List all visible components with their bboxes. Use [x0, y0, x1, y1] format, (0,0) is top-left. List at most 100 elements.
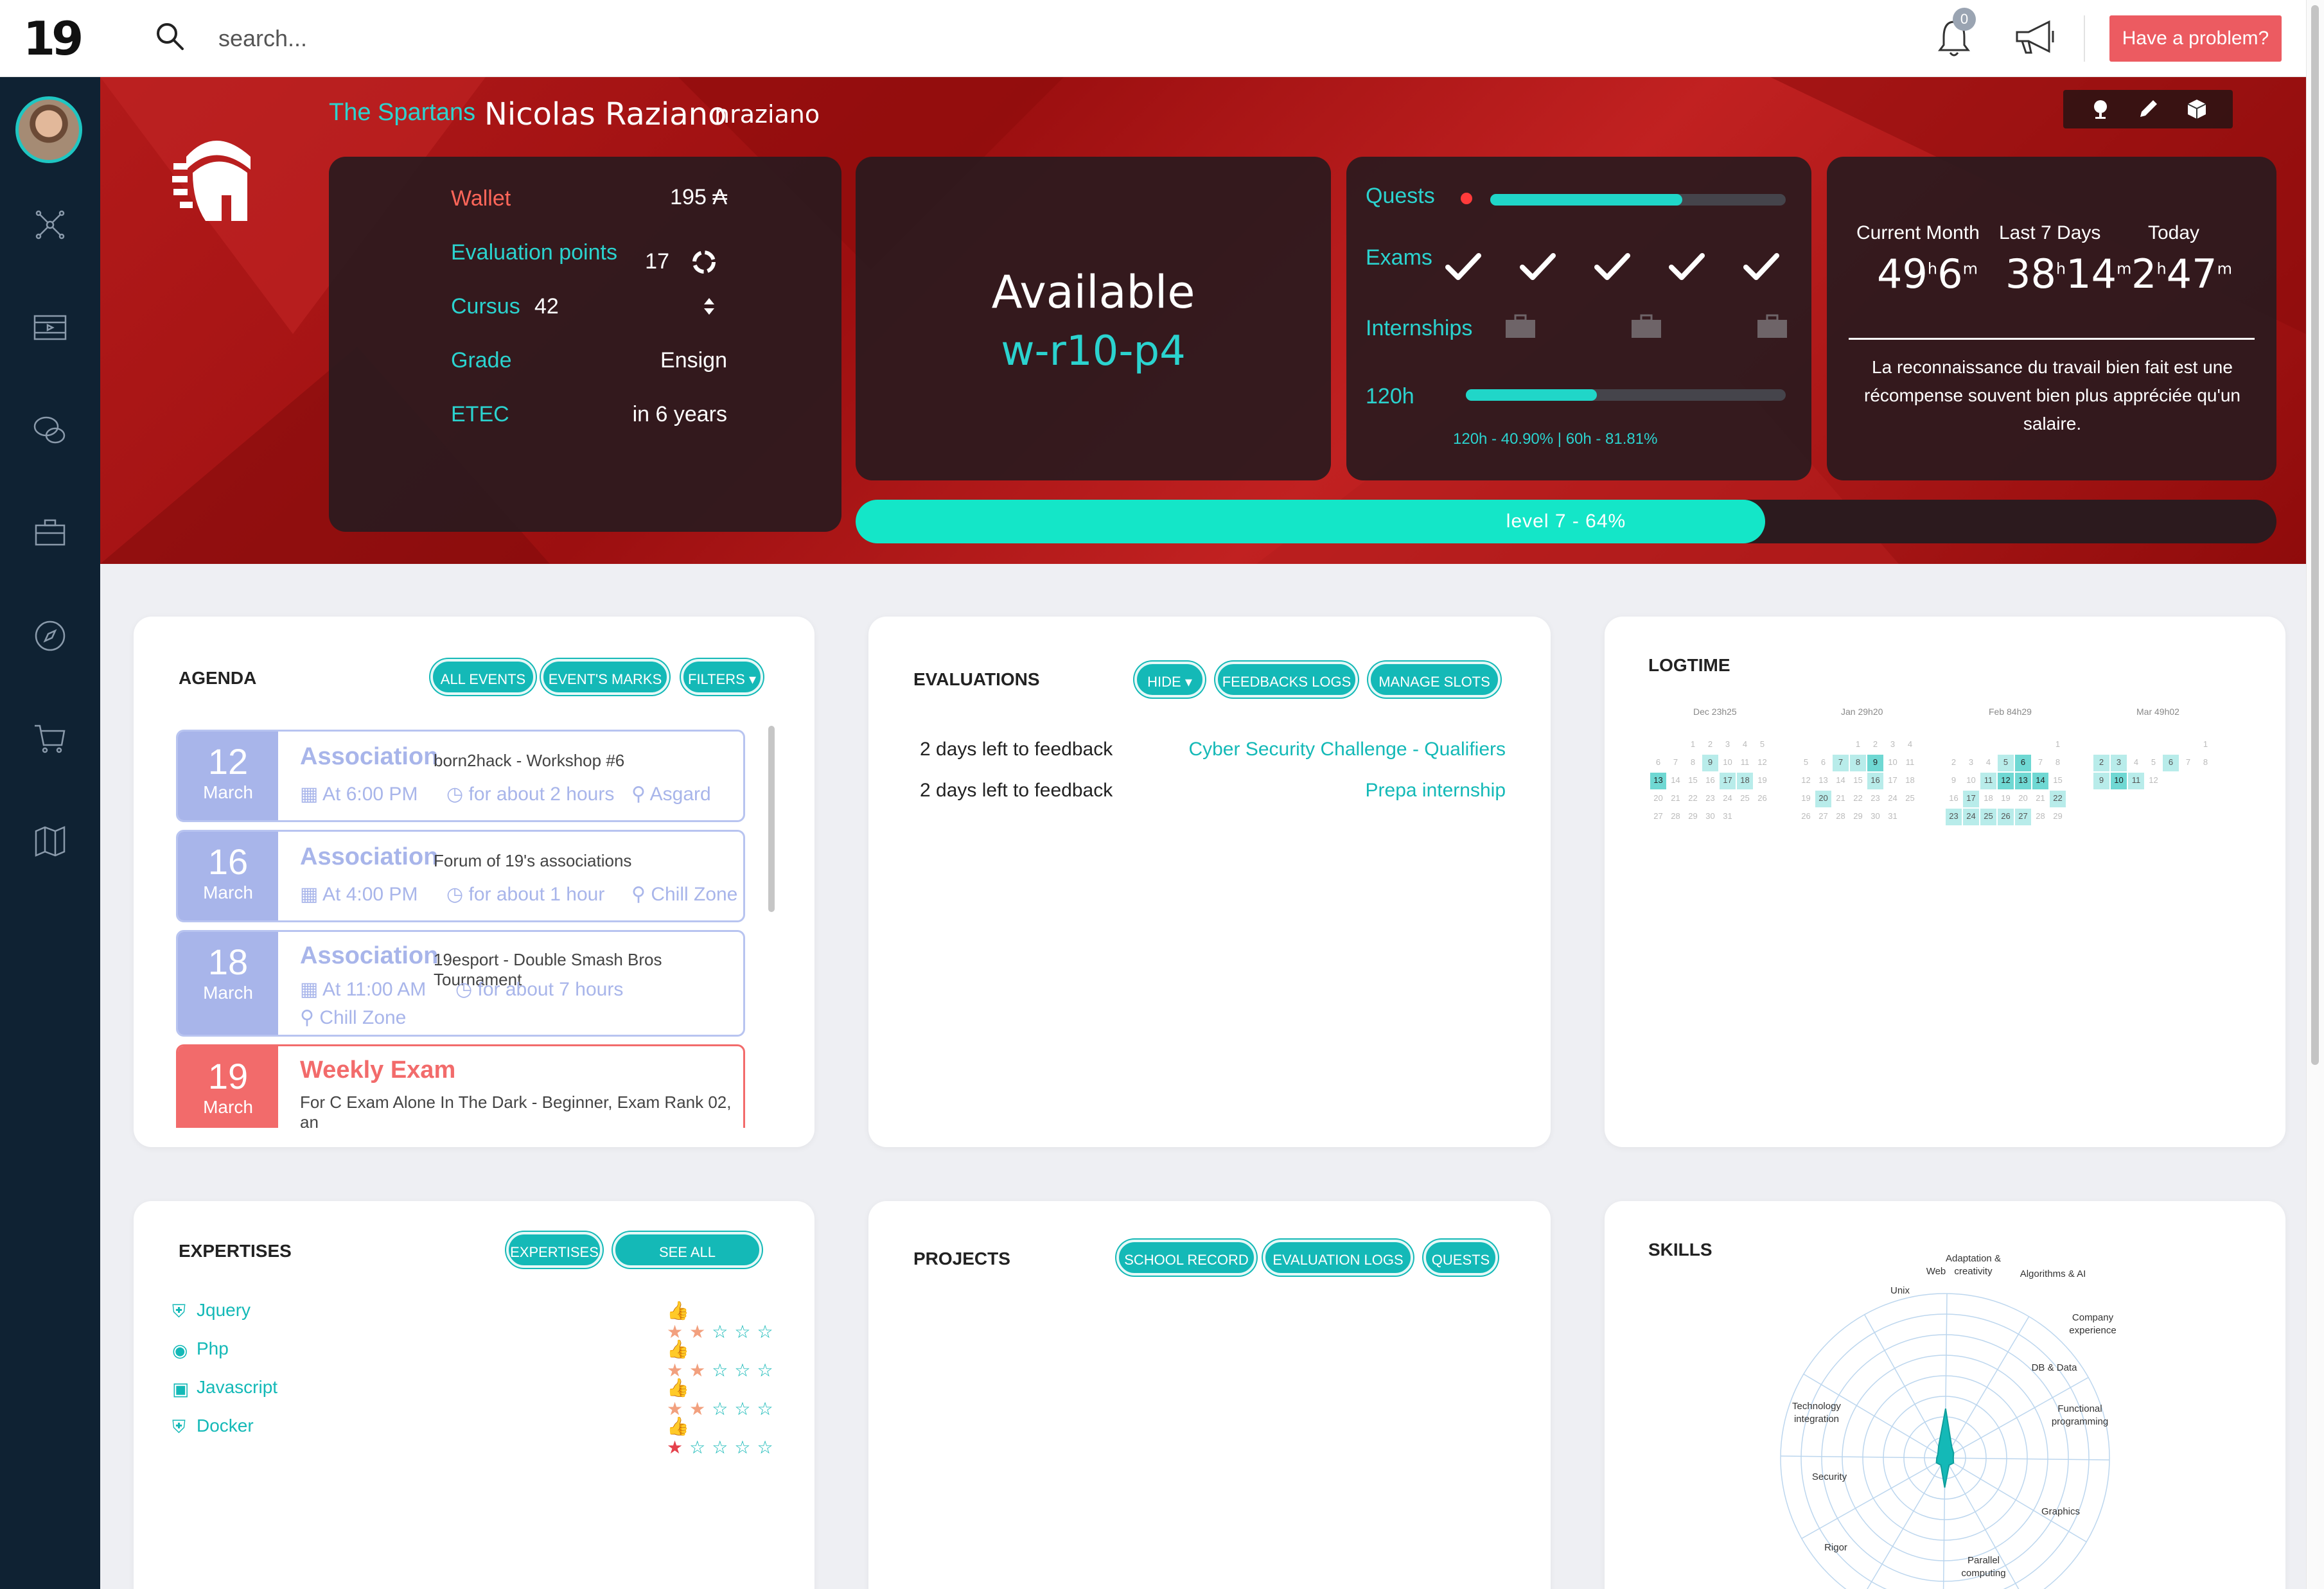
cart-icon[interactable]	[31, 719, 69, 758]
chat-icon[interactable]	[31, 411, 69, 450]
user-avatar[interactable]	[15, 96, 82, 163]
see-all-expertises-button[interactable]: SEE ALL EXPERTISES	[613, 1232, 762, 1296]
event-title: born2hack - Workshop #6	[434, 751, 625, 770]
briefcase-icon[interactable]	[31, 514, 69, 552]
expertise-row[interactable]: ▣ Javascript 👍★★☆☆☆	[172, 1374, 776, 1419]
star-icon: ☆	[734, 1437, 757, 1458]
have-a-problem-button[interactable]: Have a problem?	[2109, 15, 2282, 62]
logtime-day: 24	[1723, 793, 1732, 803]
thumbs-up-icon: 👍	[667, 1377, 696, 1398]
exam-check-icon	[1669, 253, 1705, 280]
logtime-day: 13	[1650, 773, 1666, 789]
school-logo[interactable]: 19	[23, 14, 84, 63]
logtime-day: 2	[1951, 757, 1957, 767]
logtime-day: 27	[1818, 811, 1828, 821]
logtime-day: 19	[1801, 793, 1811, 803]
exam-check-icon	[1520, 253, 1556, 280]
etec-label: ETEC	[451, 402, 509, 426]
logtime-day: 28	[1671, 811, 1680, 821]
logtime-day: 12	[1801, 775, 1811, 785]
megaphone-icon[interactable]	[2013, 19, 2058, 55]
projects-card: PROJECTS SCHOOL RECORD EVALUATION LOGS Q…	[868, 1201, 1551, 1589]
agenda-event-list[interactable]: 12 March Association born2hack - Workshop…	[176, 730, 754, 1128]
expertise-row[interactable]: ⛨ Jquery 👍★★☆☆☆	[172, 1297, 776, 1342]
exam-check-icon	[1594, 253, 1630, 280]
search-input[interactable]	[218, 19, 668, 58]
logtime-divider	[1849, 338, 2255, 340]
exam-check-icon	[1445, 253, 1481, 280]
expertise-name[interactable]: Javascript	[197, 1377, 277, 1398]
skill-label: Unix	[1890, 1285, 1910, 1296]
cursus-select-arrows-icon[interactable]	[701, 294, 717, 319]
school-record-button[interactable]: SCHOOL RECORD	[1116, 1240, 1256, 1276]
agenda-event[interactable]: 16 March Association Forum of 19's associ…	[176, 830, 745, 922]
logtime-day: 11	[1905, 757, 1915, 767]
compass-icon[interactable]	[31, 617, 69, 655]
event-location: ⚲ Chill Zone	[300, 1007, 407, 1028]
logtime-day: 18	[1905, 775, 1915, 785]
level-progress-bar: level 7 - 64%	[856, 500, 2276, 543]
cube-icon[interactable]	[2185, 98, 2208, 121]
notification-count-badge: 0	[1953, 8, 1976, 31]
evaluation-project-link[interactable]: Cyber Security Challenge - Qualifiers	[1151, 739, 1506, 760]
logtime-day: 10	[1966, 775, 1976, 785]
logtime-day	[1980, 737, 1996, 753]
logtime-day	[1833, 737, 1849, 753]
evaluations-card: EVALUATIONS HIDE ▾ FEEDBACKS LOGS MANAGE…	[868, 617, 1551, 1147]
logtime-month-grid: 1 2 3 4 5 6 7 8 9 10 11 12	[2093, 736, 2214, 790]
pencil-icon[interactable]	[2136, 98, 2160, 121]
hide-dropdown-button[interactable]: HIDE ▾	[1134, 662, 1205, 698]
event-location: ⚲ Asgard	[631, 784, 711, 805]
quests-button[interactable]: QUESTS	[1423, 1240, 1498, 1276]
events-marks-button[interactable]: EVENT'S MARKS	[541, 659, 669, 695]
logtime-day	[1963, 737, 1979, 753]
expertises-button[interactable]: EXPERTISES	[506, 1232, 603, 1268]
evaluation-project-link[interactable]: Prepa internship	[1151, 780, 1506, 802]
evaluation-deadline: 2 days left to feedback	[920, 739, 1113, 760]
expertise-name[interactable]: Jquery	[197, 1300, 251, 1321]
hours-progress-bar	[1466, 389, 1786, 401]
video-icon[interactable]	[31, 308, 69, 347]
logtime-day: 16	[1867, 773, 1883, 789]
expertise-row[interactable]: ⛨ Docker 👍★☆☆☆☆	[172, 1413, 776, 1458]
logtime-day: 15	[2053, 775, 2063, 785]
logtime-day: 7	[2038, 757, 2043, 767]
page-scrollbar-thumb[interactable]	[2311, 5, 2319, 1065]
map-icon[interactable]	[31, 822, 69, 861]
all-events-button[interactable]: ALL EVENTS	[430, 659, 536, 695]
coalition-name[interactable]: The Spartans	[329, 99, 475, 127]
logtime-day: 19	[1757, 775, 1767, 785]
expertise-name[interactable]: Php	[197, 1339, 229, 1359]
logtime-day: 7	[1673, 757, 1678, 767]
logtime-day: 15	[1688, 775, 1698, 785]
search-icon[interactable]	[154, 21, 186, 53]
event-duration: ◷ for about 7 hours	[455, 979, 624, 1000]
logtime-day: 28	[1836, 811, 1845, 821]
evaluation-logs-button[interactable]: EVALUATION LOGS	[1263, 1240, 1413, 1276]
agenda-event[interactable]: 18 March Association 19esport - Double Sm…	[176, 930, 745, 1037]
manage-slots-button[interactable]: MANAGE SLOTS	[1368, 662, 1501, 698]
star-icon: ☆	[712, 1437, 735, 1458]
feedbacks-logs-button[interactable]: FEEDBACKS LOGS	[1215, 662, 1358, 698]
agenda-event[interactable]: 12 March Association born2hack - Workshop…	[176, 730, 745, 822]
graph-icon[interactable]	[31, 206, 69, 244]
agenda-scrollbar[interactable]	[768, 726, 775, 912]
logtime-day	[2145, 737, 2161, 753]
location-icon: ⚲	[631, 884, 651, 905]
exams-label: Exams	[1366, 245, 1432, 270]
logtime-day: 20	[1653, 793, 1663, 803]
evaluation-points-label: Evaluation points	[451, 240, 617, 265]
expertise-row[interactable]: ◉ Php 👍★★☆☆☆	[172, 1336, 776, 1381]
etec-value: in 6 years	[632, 402, 727, 426]
availability-host[interactable]: w-r10-p4	[856, 328, 1331, 375]
globe-icon[interactable]	[2089, 98, 2112, 121]
logtime-day	[2032, 737, 2048, 753]
logtime-day: 14	[2032, 773, 2048, 789]
hours-caption: 120h - 40.90% | 60h - 81.81%	[1453, 430, 1658, 448]
cursus-value[interactable]: 42	[534, 294, 573, 319]
agenda-event-exam[interactable]: 19 March Weekly Exam For C Exam Alone In …	[176, 1044, 745, 1128]
filters-dropdown-button[interactable]: FILTERS ▾	[681, 659, 763, 695]
star-icon: ☆	[689, 1437, 712, 1458]
expertise-name[interactable]: Docker	[197, 1416, 254, 1436]
expertise-rating[interactable]: 👍★☆☆☆☆	[667, 1416, 780, 1458]
